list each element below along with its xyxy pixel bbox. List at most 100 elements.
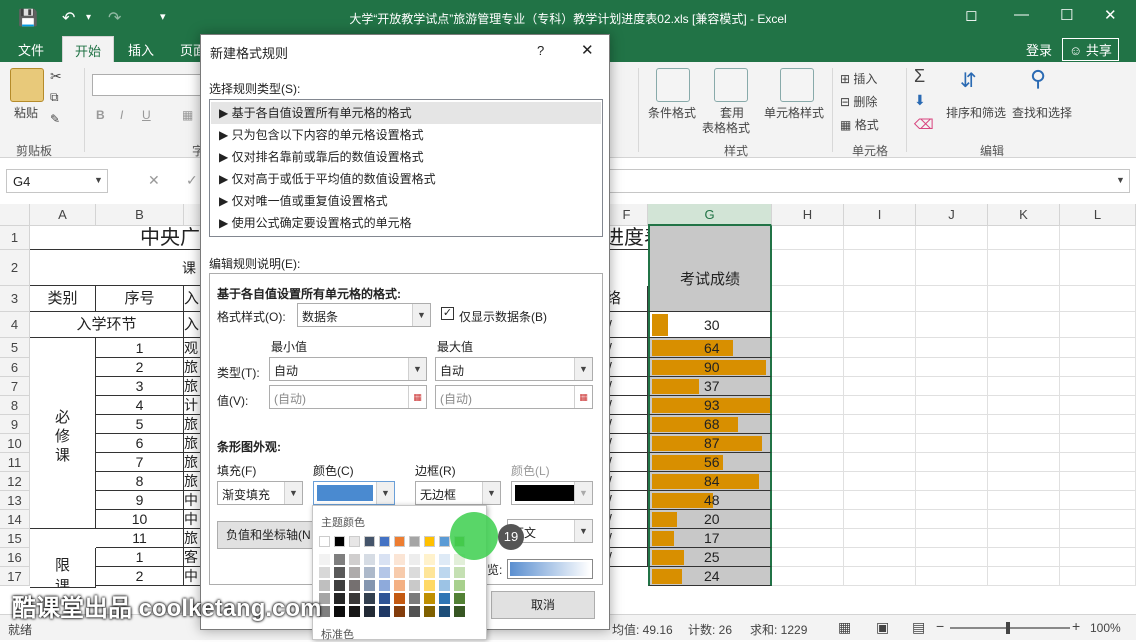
border-icon[interactable]: ▦ [182,108,193,122]
column-header-b[interactable]: B [96,204,184,226]
score-cell[interactable]: 93 [648,396,772,415]
theme-color-shade[interactable] [334,580,345,591]
empty-cell[interactable] [988,567,1060,586]
score-cell[interactable]: 90 [648,358,772,377]
theme-color-shade[interactable] [454,580,465,591]
name-box-dropdown-icon[interactable]: ▼ [94,175,103,185]
empty-cell[interactable] [844,415,916,434]
theme-color-shade[interactable] [334,567,345,578]
empty-cell[interactable] [988,529,1060,548]
theme-color-shade[interactable] [409,606,420,617]
empty-cell[interactable] [772,548,844,567]
theme-color-swatch[interactable] [334,536,345,547]
empty-cell[interactable] [988,453,1060,472]
row-header-1[interactable]: 1 [0,226,30,250]
empty-cell[interactable] [916,250,988,286]
theme-color-shade[interactable] [379,567,390,578]
empty-cell[interactable] [988,358,1060,377]
row-header-9[interactable]: 9 [0,415,30,434]
row-header-12[interactable]: 12 [0,472,30,491]
cancel-button[interactable]: 取消 [491,591,595,619]
empty-cell[interactable] [844,453,916,472]
empty-cell[interactable] [1060,377,1136,396]
theme-color-shade[interactable] [394,606,405,617]
tab-file[interactable]: 文件 [18,40,44,59]
row-header-17[interactable]: 17 [0,567,30,586]
theme-color-shade[interactable] [454,567,465,578]
empty-cell[interactable] [844,491,916,510]
row-header-6[interactable]: 6 [0,358,30,377]
row-header-14[interactable]: 14 [0,510,30,529]
tab-home[interactable]: 开始 [62,36,115,62]
cancel-formula-icon[interactable]: ✕ [148,172,160,189]
rule-type-list[interactable]: ▶ 基于各自值设置所有单元格的格式 ▶ 只为包含以下内容的单元格设置格式 ▶ 仅对排… [209,99,603,237]
empty-cell[interactable] [916,548,988,567]
share-button[interactable]: ☺ 共享 [1062,38,1119,61]
column-header-a[interactable]: A [30,204,96,226]
theme-color-shade[interactable] [334,554,345,565]
find-select-button[interactable]: 查找和选择 [1012,104,1072,121]
empty-cell[interactable] [988,377,1060,396]
login-link[interactable]: 登录 [1026,40,1052,59]
empty-cell[interactable] [772,453,844,472]
theme-color-shade[interactable] [439,593,450,604]
page-break-view-icon[interactable]: ▤ [912,619,925,636]
empty-cell[interactable] [772,491,844,510]
theme-color-shade[interactable] [454,593,465,604]
column-header-h[interactable]: H [772,204,844,226]
empty-cell[interactable] [844,529,916,548]
italic-icon[interactable]: I [120,108,123,122]
theme-color-shade[interactable] [334,606,345,617]
theme-color-shade[interactable] [394,580,405,591]
empty-cell[interactable] [1060,312,1136,338]
empty-cell[interactable] [916,286,988,312]
column-header-f[interactable]: F [606,204,648,226]
column-header-i[interactable]: I [844,204,916,226]
expand-formula-icon[interactable]: ▼ [1116,175,1125,185]
empty-cell[interactable] [844,472,916,491]
name-box[interactable]: G4 [6,169,108,193]
empty-cell[interactable] [844,250,916,286]
border-select[interactable]: 无边框 ▼ [415,481,501,505]
empty-cell[interactable] [916,472,988,491]
empty-cell[interactable] [916,453,988,472]
zoom-slider[interactable] [950,627,1070,629]
empty-cell[interactable] [772,472,844,491]
theme-color-shade[interactable] [319,554,330,565]
theme-color-shade[interactable] [334,593,345,604]
empty-cell[interactable] [844,434,916,453]
rule-type-item[interactable]: ▶ 仅对排名靠前或靠后的数值设置格式 [211,146,601,168]
theme-color-swatch[interactable] [439,536,450,547]
empty-cell[interactable] [844,338,916,358]
column-header-l[interactable]: L [1060,204,1136,226]
theme-color-shade[interactable] [379,554,390,565]
empty-cell[interactable] [988,510,1060,529]
row-header-11[interactable]: 11 [0,453,30,472]
score-cell[interactable]: 48 [648,491,772,510]
empty-cell[interactable] [988,472,1060,491]
empty-cell[interactable] [1060,491,1136,510]
row-header-4[interactable]: 4 [0,312,30,338]
empty-cell[interactable] [1060,472,1136,491]
theme-color-shade[interactable] [424,593,435,604]
theme-color-swatch[interactable] [349,536,360,547]
empty-cell[interactable] [916,491,988,510]
empty-cell[interactable] [1060,286,1136,312]
empty-cell[interactable] [772,434,844,453]
tab-insert[interactable]: 插入 [128,40,154,59]
empty-cell[interactable] [916,510,988,529]
theme-color-shade[interactable] [409,593,420,604]
theme-color-shade[interactable] [439,606,450,617]
cell-style-icon[interactable] [780,68,814,102]
row-header-13[interactable]: 13 [0,491,30,510]
empty-cell[interactable] [844,567,916,586]
format-painter-icon[interactable]: ✎ [50,112,60,126]
empty-cell[interactable] [988,312,1060,338]
empty-cell[interactable] [844,358,916,377]
theme-color-shade[interactable] [439,580,450,591]
empty-cell[interactable] [844,286,916,312]
empty-cell[interactable] [916,377,988,396]
empty-cell[interactable] [1060,529,1136,548]
theme-color-shade[interactable] [379,606,390,617]
theme-color-shade[interactable] [364,580,375,591]
